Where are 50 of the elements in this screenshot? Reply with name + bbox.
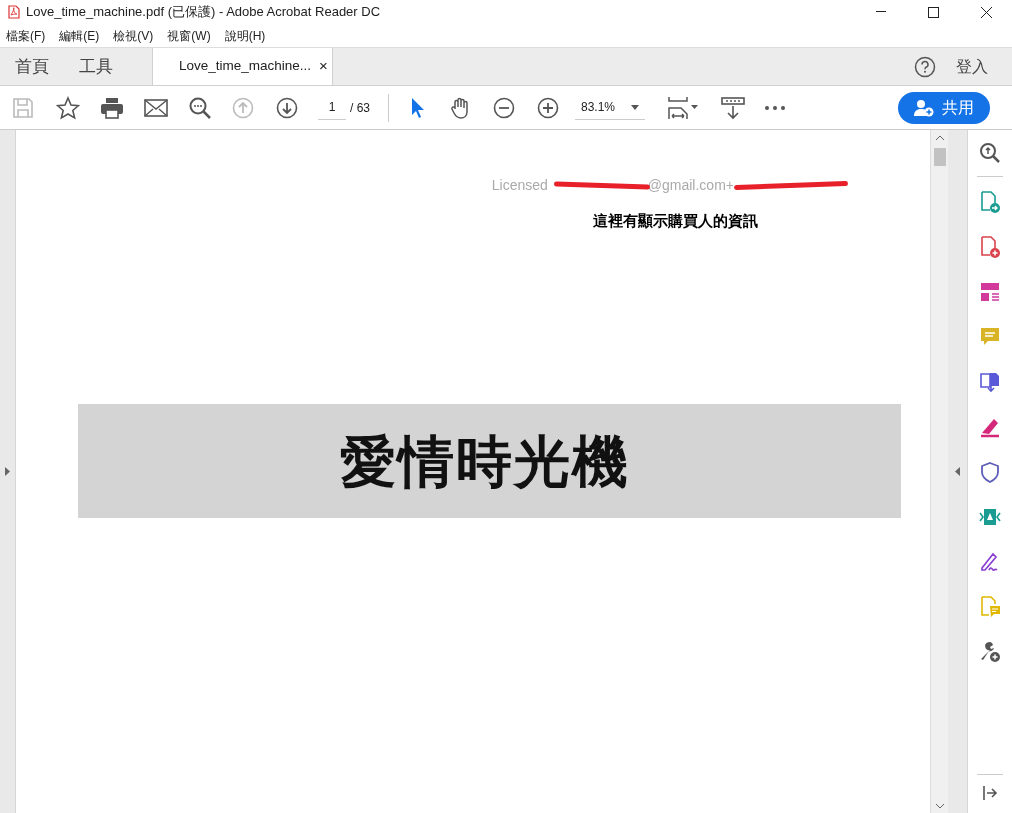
read-mode-icon[interactable] (721, 95, 745, 120)
zoom-icon[interactable] (979, 142, 1001, 164)
sign-in-link[interactable]: 登入 (956, 54, 988, 79)
expand-panel-icon[interactable] (5, 467, 10, 476)
add-user-icon (914, 98, 934, 117)
search-icon[interactable] (188, 95, 212, 120)
document-tab[interactable]: Love_time_machine... × (152, 48, 333, 85)
help-icon[interactable] (914, 55, 936, 78)
zoom-out-icon[interactable] (493, 96, 515, 119)
fit-page-icon[interactable] (667, 95, 699, 120)
share-button[interactable]: 共用 (898, 91, 990, 124)
menu-item[interactable]: 視窗(W) (167, 26, 211, 45)
layout-icon[interactable] (979, 281, 1001, 303)
scroll-up-icon[interactable] (935, 135, 944, 140)
mail-icon[interactable] (144, 98, 168, 117)
zoom-dropdown[interactable]: 83.1% (575, 95, 645, 120)
menu-item[interactable]: 檢視(V) (113, 26, 154, 45)
menu-item[interactable]: 說明(H) (224, 26, 266, 45)
menu-item[interactable]: 編輯(E) (59, 26, 100, 45)
close-tab-button[interactable]: × (319, 55, 328, 78)
more-icon[interactable] (765, 105, 785, 110)
caret-icon (631, 104, 639, 110)
combine-documents-icon[interactable] (979, 371, 1001, 393)
zoom-in-icon[interactable] (537, 96, 559, 119)
nav-tab[interactable]: 工具 (64, 48, 128, 85)
pdf-file-icon (8, 5, 20, 19)
collapse-panel-icon[interactable] (955, 467, 960, 476)
license-text: Licensed (491, 176, 548, 195)
pen-icon[interactable] (979, 416, 1001, 438)
document-arrow-icon[interactable] (979, 191, 1001, 213)
close-icon[interactable] (981, 6, 992, 18)
cursor-icon[interactable] (411, 96, 425, 119)
document-title: 愛情時光機 (339, 426, 630, 496)
menu-item[interactable]: 檔案(F) (6, 26, 46, 45)
scroll-down-icon[interactable] (935, 804, 944, 809)
minimize-icon[interactable] (876, 11, 886, 13)
buyer-info-note: 這裡有顯示購買人的資訊 (593, 211, 758, 232)
maximize-icon[interactable] (928, 6, 939, 18)
document-plus-icon[interactable] (979, 236, 1001, 258)
page-number-field[interactable]: 1 (318, 95, 346, 120)
scrollbar-thumb[interactable] (933, 148, 946, 166)
compress-icon[interactable] (979, 506, 1001, 528)
page-total: / 63 (350, 99, 370, 117)
print-icon[interactable] (100, 96, 124, 119)
nav-tab[interactable]: 首頁 (0, 48, 64, 85)
star-icon[interactable] (56, 95, 80, 120)
shield-icon[interactable] (979, 461, 1001, 483)
window-title: Love_time_machine.pdf (已保護) - Adobe Acrobat Reader DC (26, 3, 381, 22)
collapse-panel-icon[interactable] (982, 785, 998, 801)
license-text: @gmail.com+ (647, 176, 734, 195)
